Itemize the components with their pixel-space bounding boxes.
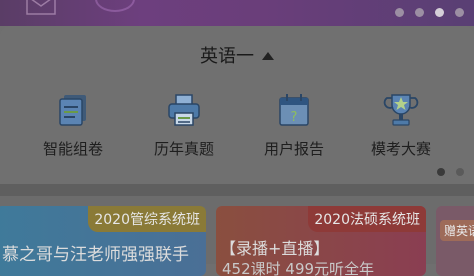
course-subtitle: 452课时 499元听全年 bbox=[222, 260, 375, 276]
course-tag: 2020法硕系统班 bbox=[308, 206, 426, 232]
calendar-question-icon: ? bbox=[279, 94, 309, 126]
course-card[interactable]: 2020管综系统班 慕之哥与汪老师强强联手 bbox=[0, 206, 206, 276]
subject-label: 英语一 bbox=[200, 46, 254, 67]
feature-page-indicator bbox=[437, 168, 464, 176]
banner-carousel[interactable] bbox=[0, 0, 474, 26]
caret-up-icon bbox=[262, 51, 274, 60]
feature-panel: 英语一 智能组卷 历年真题 ? 用户报告 模考大赛 bbox=[0, 26, 474, 184]
document-stack-icon bbox=[59, 95, 86, 126]
feature-grid: 智能组卷 历年真题 ? 用户报告 模考大赛 bbox=[0, 92, 474, 162]
course-card[interactable]: 2020法硕系统班 【录播+直播】 452课时 499元听全年 bbox=[216, 206, 426, 276]
course-list: 2020管综系统班 慕之哥与汪老师强强联手 2020法硕系统班 【录播+直播】 … bbox=[0, 196, 474, 276]
course-title: 慕之哥与汪老师强强联手 bbox=[2, 245, 189, 265]
envelope-icon bbox=[26, 0, 56, 15]
section-divider bbox=[0, 184, 474, 196]
printer-icon bbox=[168, 94, 200, 126]
feature-past-exams[interactable]: 历年真题 bbox=[136, 92, 232, 159]
feature-smart-paper[interactable]: 智能组卷 bbox=[25, 92, 121, 159]
feature-label: 模考大赛 bbox=[370, 140, 431, 158]
carousel-dot bbox=[415, 8, 424, 17]
course-tag: 赠英语 bbox=[440, 220, 474, 241]
carousel-indicator bbox=[395, 8, 464, 17]
svg-text:?: ? bbox=[291, 110, 298, 125]
banner-decoration bbox=[95, 0, 135, 12]
feature-label: 智能组卷 bbox=[42, 140, 103, 158]
course-card[interactable]: 赠英语 bbox=[436, 206, 474, 276]
subject-selector[interactable]: 英语一 bbox=[0, 42, 474, 68]
carousel-dot bbox=[455, 8, 464, 17]
feature-label: 历年真题 bbox=[153, 140, 214, 158]
feature-label: 用户报告 bbox=[263, 140, 324, 158]
feature-user-report[interactable]: ? 用户报告 bbox=[246, 92, 342, 159]
feature-mock-contest[interactable]: 模考大赛 bbox=[353, 92, 449, 159]
page-dot-active bbox=[437, 168, 445, 176]
page-dot bbox=[456, 168, 464, 176]
trophy-icon bbox=[383, 94, 419, 126]
carousel-dot bbox=[395, 8, 404, 17]
carousel-dot-active bbox=[435, 8, 444, 17]
course-title: 【录播+直播】 bbox=[220, 239, 330, 258]
course-tag: 2020管综系统班 bbox=[88, 206, 206, 232]
